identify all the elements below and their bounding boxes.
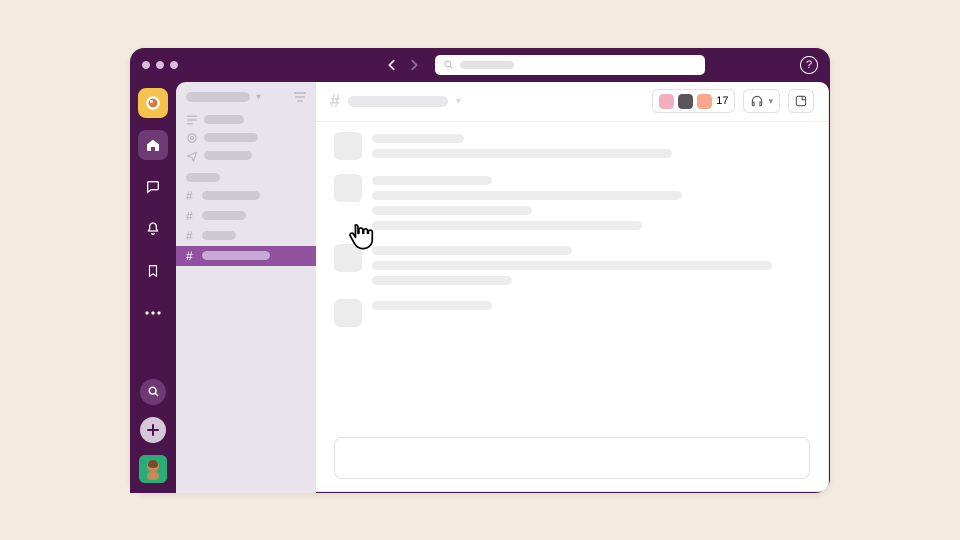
send-icon	[186, 150, 198, 162]
compose-button[interactable]	[140, 417, 166, 443]
message-text-line	[372, 261, 772, 270]
message[interactable]	[334, 299, 810, 327]
sidebar-item-threads[interactable]	[176, 111, 316, 129]
search-icon	[147, 385, 160, 398]
minimize-dot[interactable]	[156, 61, 164, 69]
member-avatar	[678, 94, 693, 109]
message-text-line	[372, 276, 512, 285]
message-text-line	[372, 301, 492, 310]
message-text-line	[372, 191, 682, 200]
pointer-cursor-icon	[344, 218, 378, 252]
search-icon	[443, 59, 454, 70]
member-count: 17	[716, 95, 728, 107]
nav-bookmarks[interactable]	[138, 256, 168, 286]
hash-icon: #	[330, 91, 340, 112]
canvas-button[interactable]	[788, 89, 814, 113]
sidebar-section-channels[interactable]	[186, 173, 220, 182]
channel-item[interactable]	[176, 206, 316, 226]
workspace-name[interactable]: ▾	[176, 90, 316, 111]
message-avatar[interactable]	[334, 174, 362, 202]
message-text-line	[372, 246, 572, 255]
members-button[interactable]: 17	[652, 89, 735, 113]
channel-item-active[interactable]	[176, 246, 316, 266]
thread-icon	[186, 114, 198, 126]
channel-header: # ▾ 17 ▾	[316, 82, 828, 122]
channel-name[interactable]	[348, 96, 448, 107]
help-button[interactable]: ?	[800, 56, 818, 74]
search-input[interactable]	[435, 55, 705, 75]
conversation-pane: # ▾ 17 ▾	[316, 82, 829, 492]
history-back-button[interactable]	[383, 56, 401, 74]
chevron-down-icon: ▾	[256, 92, 261, 103]
app-window: ?	[130, 48, 830, 493]
nav-home[interactable]	[138, 130, 168, 160]
nav-activity[interactable]	[138, 214, 168, 244]
member-avatar	[659, 94, 674, 109]
sidebar-item-mentions[interactable]	[176, 129, 316, 147]
titlebar: ?	[130, 48, 830, 82]
plus-icon	[147, 424, 159, 436]
bell-icon	[145, 221, 161, 237]
channel-item[interactable]	[176, 186, 316, 206]
huddle-button[interactable]: ▾	[743, 89, 780, 113]
nav-dms[interactable]	[138, 172, 168, 202]
message-list[interactable]	[316, 122, 828, 431]
canvas-icon	[794, 94, 808, 108]
message-text-line	[372, 149, 672, 158]
zoom-dot[interactable]	[170, 61, 178, 69]
chat-icon	[145, 179, 161, 195]
message-composer[interactable]	[334, 437, 810, 479]
filter-icon[interactable]	[294, 92, 306, 102]
sidebar-item-drafts[interactable]	[176, 147, 316, 165]
chevron-down-icon: ▾	[456, 96, 461, 107]
workspace-switcher[interactable]	[138, 88, 168, 118]
message-avatar[interactable]	[334, 132, 362, 160]
nav-more[interactable]	[138, 298, 168, 328]
message[interactable]	[334, 244, 810, 285]
search-placeholder	[460, 61, 514, 69]
user-avatar[interactable]	[139, 455, 167, 483]
rail-search-button[interactable]	[140, 379, 166, 405]
member-avatar	[697, 94, 712, 109]
message[interactable]	[334, 174, 810, 230]
message-text-line	[372, 176, 492, 185]
message-avatar[interactable]	[334, 299, 362, 327]
close-dot[interactable]	[142, 61, 150, 69]
mention-icon	[186, 132, 198, 144]
channel-sidebar: ▾	[176, 82, 316, 493]
workspace-rail	[130, 82, 176, 493]
home-icon	[145, 137, 161, 153]
message-text-line	[372, 134, 464, 143]
message[interactable]	[334, 132, 810, 160]
channel-item[interactable]	[176, 226, 316, 246]
window-controls[interactable]	[142, 61, 178, 69]
chevron-down-icon: ▾	[768, 96, 773, 107]
bookmark-icon	[146, 263, 160, 279]
message-text-line	[372, 221, 642, 230]
headphones-icon	[750, 94, 764, 108]
message-text-line	[372, 206, 532, 215]
history-forward-button[interactable]	[405, 56, 423, 74]
more-icon	[145, 311, 161, 315]
